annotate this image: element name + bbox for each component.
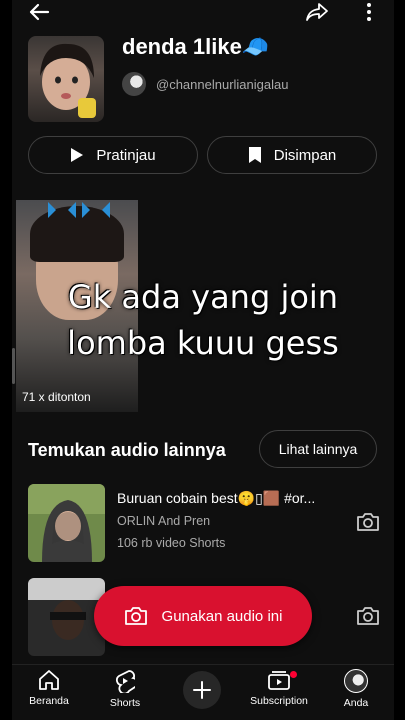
avatar-icon (344, 669, 368, 693)
saved-button[interactable]: Disimpan (207, 136, 377, 174)
saved-label: Disimpan (273, 146, 337, 164)
more-options-button[interactable] (356, 0, 382, 24)
camera-icon (357, 607, 379, 625)
audio-cover (28, 484, 105, 562)
nav-item-subscriptions[interactable]: Subscription (241, 669, 317, 707)
bottom-nav: Beranda Shorts Subscription Anda (12, 664, 394, 720)
share-icon (306, 3, 328, 21)
arrow-left-icon (29, 3, 50, 21)
use-audio-label: Gunakan audio ini (161, 607, 283, 625)
view-count: 71 x ditonton (22, 390, 91, 404)
audio-title: denda 1like🧢 (122, 34, 270, 59)
play-icon (71, 148, 84, 162)
audio-list-item[interactable]: Buruan cobain best🤫▯🟫 #or... ORLIN And P… (28, 484, 384, 562)
nav-label-you: Anda (343, 697, 369, 709)
create-icon (193, 681, 211, 699)
notification-dot (290, 671, 297, 678)
camera-icon (357, 513, 379, 531)
audio-page: denda 1like🧢 @channelnurlianigalau Prati… (12, 0, 394, 720)
preview-label: Pratinjau (96, 146, 156, 164)
use-audio-button[interactable]: Gunakan audio ini (94, 586, 312, 646)
channel-row[interactable]: @channelnurlianigalau (122, 72, 288, 96)
audio-thumbnail (28, 36, 104, 122)
back-button[interactable] (26, 0, 52, 24)
home-icon (39, 670, 59, 690)
nav-item-home[interactable]: Beranda (12, 669, 87, 707)
more-vertical-icon (367, 3, 371, 21)
preview-button[interactable]: Pratinjau (28, 136, 198, 174)
nav-label-home: Beranda (29, 695, 69, 707)
see-more-button[interactable]: Lihat lainnya (259, 430, 377, 468)
nav-label-shorts: Shorts (109, 697, 141, 709)
nav-item-shorts[interactable]: Shorts (87, 669, 163, 709)
channel-name: @channelnurlianigalau (156, 76, 289, 92)
top-bar (12, 0, 394, 24)
subscriptions-icon (268, 671, 290, 690)
hair-bow-icon (48, 202, 110, 218)
use-audio-camera-button[interactable] (356, 512, 380, 537)
bookmark-icon (248, 147, 261, 163)
audio-item-artist: ORLIN And Pren (117, 514, 211, 528)
share-button[interactable] (304, 0, 330, 24)
shorts-icon (116, 670, 135, 693)
channel-avatar (122, 72, 146, 96)
nav-item-you[interactable]: Anda (318, 669, 394, 709)
use-audio-camera-button[interactable] (356, 606, 380, 631)
nav-label-subscriptions: Subscription (250, 695, 308, 707)
create-button[interactable] (183, 671, 221, 709)
video-overlay-text: Gk ada yang join lomba kuuu gess (12, 274, 394, 366)
overlay-line-1: Gk ada yang join (67, 278, 339, 316)
audio-item-title: Buruan cobain best🤫▯🟫 #or... (117, 490, 316, 506)
overlay-line-2: lomba kuuu gess (67, 324, 339, 362)
audio-item-count: 106 rb video Shorts (117, 536, 226, 550)
camera-icon (124, 607, 147, 625)
section-title: Temukan audio lainnya (28, 440, 226, 460)
